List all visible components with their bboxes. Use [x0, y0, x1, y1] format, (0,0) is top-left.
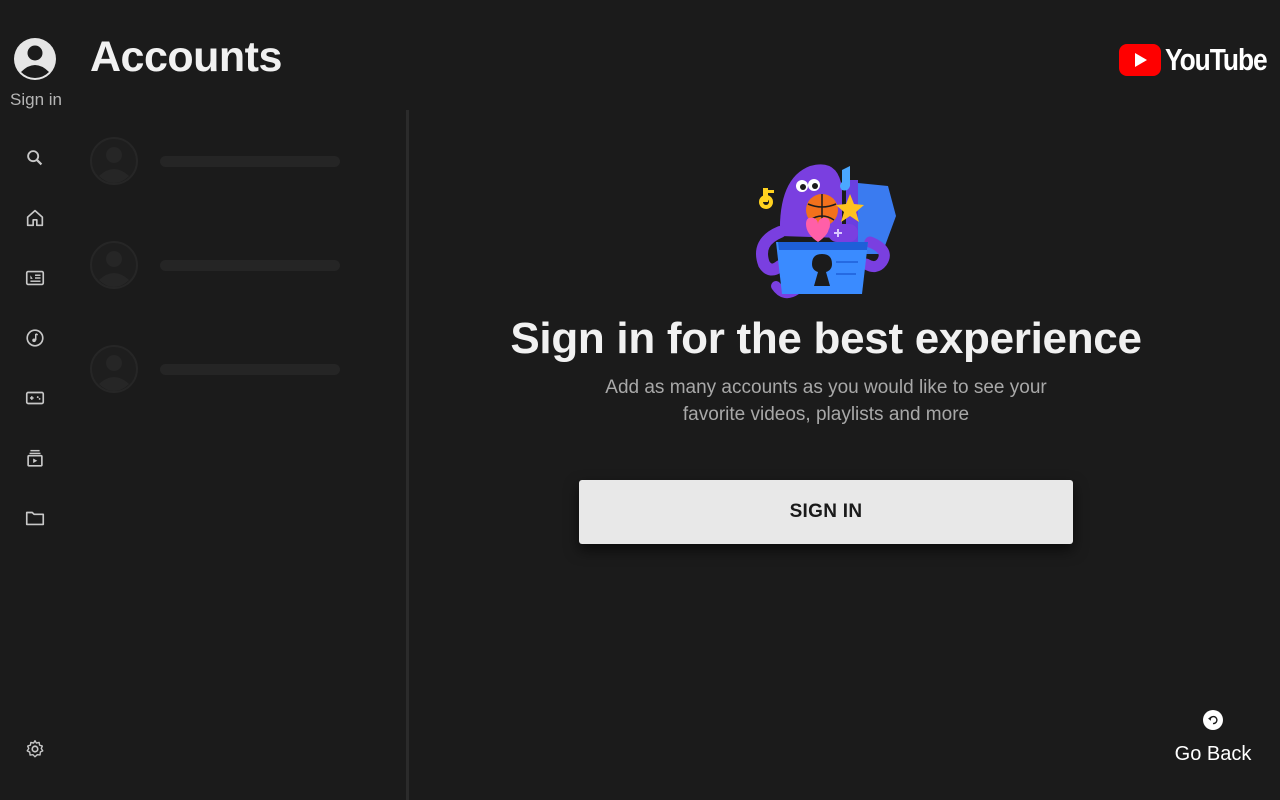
- account-avatar-icon[interactable]: [13, 36, 57, 82]
- home-icon[interactable]: [23, 206, 47, 230]
- youtube-play-icon: [1119, 44, 1161, 76]
- signin-headline: Sign in for the best experience: [510, 314, 1142, 363]
- page-title: Accounts: [90, 33, 282, 81]
- music-icon[interactable]: [23, 326, 47, 350]
- account-placeholder-row: [90, 344, 350, 396]
- subscriptions-icon[interactable]: [23, 266, 47, 290]
- account-placeholder-row: [90, 240, 350, 292]
- placeholder-avatar-icon: [90, 137, 138, 185]
- youtube-logo: YouTube: [1119, 42, 1280, 78]
- library-icon[interactable]: [23, 446, 47, 470]
- folder-icon[interactable]: [23, 506, 47, 530]
- go-back-button[interactable]: Go Back: [1166, 708, 1260, 772]
- left-rail: Sign in: [0, 0, 72, 800]
- logo-text: YouTube: [1165, 42, 1268, 77]
- placeholder-name-line: [160, 156, 340, 167]
- settings-icon[interactable]: [23, 737, 47, 761]
- account-placeholder-row: [90, 136, 350, 188]
- placeholder-avatar-icon: [90, 345, 138, 393]
- back-arrow-icon: [1203, 710, 1223, 730]
- go-back-label: Go Back: [1174, 743, 1252, 765]
- placeholder-avatar-icon: [90, 241, 138, 289]
- app: Sign in Accounts YouTube Sign in for the…: [0, 0, 1280, 800]
- placeholder-name-line: [160, 364, 340, 375]
- search-icon[interactable]: [23, 146, 47, 170]
- gaming-icon[interactable]: [23, 386, 47, 410]
- rail-signin-label[interactable]: Sign in: [0, 90, 72, 110]
- placeholder-name-line: [160, 260, 340, 271]
- signin-subtext: Add as many accounts as you would like t…: [605, 377, 1047, 425]
- treasure-chest-illustration: [756, 164, 896, 299]
- column-divider: [406, 110, 409, 800]
- sign-in-button[interactable]: SIGN IN: [579, 480, 1073, 544]
